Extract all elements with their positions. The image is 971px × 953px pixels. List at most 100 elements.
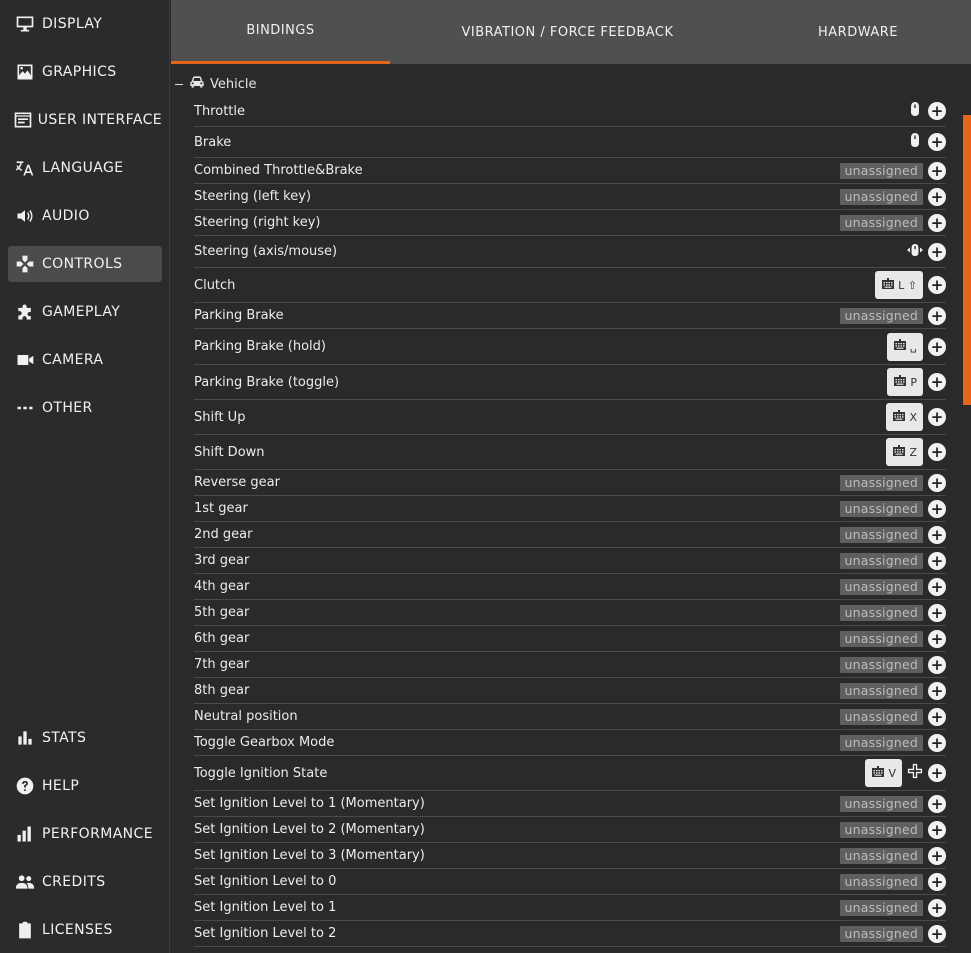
add-binding-button[interactable]: + [928, 707, 946, 726]
add-binding-button[interactable]: + [928, 794, 946, 813]
add-binding-button[interactable]: + [928, 655, 946, 674]
unassigned-badge[interactable]: unassigned [839, 162, 923, 179]
unassigned-badge[interactable]: unassigned [839, 552, 923, 569]
add-binding-button[interactable]: + [928, 846, 946, 865]
sidebar-item-performance[interactable]: PERFORMANCE [8, 816, 162, 852]
table-row[interactable]: 2nd gear unassigned + [194, 522, 946, 548]
add-binding-button[interactable]: + [928, 924, 946, 943]
unassigned-badge[interactable]: unassigned [839, 474, 923, 491]
sidebar-item-gameplay[interactable]: GAMEPLAY [8, 294, 162, 330]
sidebar-item-stats[interactable]: STATS [8, 720, 162, 756]
sidebar-item-audio[interactable]: AUDIO [8, 198, 162, 234]
unassigned-badge[interactable]: unassigned [839, 734, 923, 751]
tab-bindings[interactable]: BINDINGS [171, 0, 390, 64]
table-row[interactable]: Reverse gear unassigned + [194, 470, 946, 496]
group-header-vehicle[interactable]: Vehicle [171, 74, 471, 94]
sidebar-item-licenses[interactable]: LICENSES [8, 912, 162, 948]
unassigned-badge[interactable]: unassigned [839, 307, 923, 324]
sidebar-item-credits[interactable]: CREDITS [8, 864, 162, 900]
table-row[interactable]: 1st gear unassigned + [194, 496, 946, 522]
collapse-icon[interactable] [175, 83, 183, 85]
sidebar-item-language[interactable]: LANGUAGE [8, 150, 162, 186]
add-binding-button[interactable]: + [928, 733, 946, 752]
table-row[interactable]: 3rd gear unassigned + [194, 548, 946, 574]
table-row[interactable]: Clutch L ⇧ + [194, 268, 946, 303]
add-binding-button[interactable]: + [928, 681, 946, 700]
key-binding[interactable]: Z [886, 438, 923, 466]
table-row[interactable]: Shift Up X + [194, 400, 946, 435]
unassigned-badge[interactable]: unassigned [839, 214, 923, 231]
table-row[interactable]: 7th gear unassigned + [194, 652, 946, 678]
add-binding-button[interactable]: + [928, 603, 946, 622]
table-row[interactable]: Set Ignition Level to 2 (Momentary) unas… [194, 817, 946, 843]
add-binding-button[interactable]: + [928, 872, 946, 891]
tab-hardware[interactable]: HARDWARE [745, 0, 971, 64]
sidebar-item-graphics[interactable]: GRAPHICS [8, 54, 162, 90]
unassigned-badge[interactable]: unassigned [839, 795, 923, 812]
add-binding-button[interactable]: + [928, 373, 946, 391]
table-row[interactable]: Steering (axis/mouse) + [194, 236, 946, 268]
table-row[interactable]: Shift Down Z + [194, 435, 946, 470]
unassigned-badge[interactable]: unassigned [839, 500, 923, 517]
sidebar-item-help[interactable]: HELP [8, 768, 162, 804]
add-binding-button[interactable]: + [928, 187, 946, 206]
sidebar-item-camera[interactable]: CAMERA [8, 342, 162, 378]
add-binding-button[interactable]: + [928, 764, 946, 782]
add-binding-button[interactable]: + [928, 133, 946, 151]
add-binding-button[interactable]: + [928, 102, 946, 120]
unassigned-badge[interactable]: unassigned [839, 604, 923, 621]
table-row[interactable]: Set Ignition Level to 0 unassigned + [194, 869, 946, 895]
add-binding-button[interactable]: + [928, 577, 946, 596]
add-binding-button[interactable]: + [928, 629, 946, 648]
unassigned-badge[interactable]: unassigned [839, 188, 923, 205]
add-binding-button[interactable]: + [928, 551, 946, 570]
add-binding-button[interactable]: + [928, 161, 946, 180]
unassigned-badge[interactable]: unassigned [839, 578, 923, 595]
table-row[interactable]: Toggle Gearbox Mode unassigned + [194, 730, 946, 756]
add-binding-button[interactable]: + [928, 499, 946, 518]
sidebar-item-user-interface[interactable]: USER INTERFACE [8, 102, 162, 138]
key-binding[interactable]: L ⇧ [875, 271, 923, 299]
add-binding-button[interactable]: + [928, 443, 946, 461]
add-binding-button[interactable]: + [928, 525, 946, 544]
table-row[interactable]: Parking Brake (toggle) P + [194, 365, 946, 400]
add-binding-button[interactable]: + [928, 408, 946, 426]
table-row[interactable]: Parking Brake unassigned + [194, 303, 946, 329]
add-binding-button[interactable]: + [928, 898, 946, 917]
table-row[interactable]: 4th gear unassigned + [194, 574, 946, 600]
unassigned-badge[interactable]: unassigned [839, 630, 923, 647]
table-row[interactable]: Set Ignition Level to 1 unassigned + [194, 895, 946, 921]
unassigned-badge[interactable]: unassigned [839, 925, 923, 942]
mouse-icon[interactable] [907, 132, 923, 152]
table-row[interactable]: Toggle Ignition State V + [194, 756, 946, 791]
unassigned-badge[interactable]: unassigned [839, 526, 923, 543]
table-row[interactable]: Throttle + [194, 96, 946, 127]
add-binding-button[interactable]: + [928, 276, 946, 294]
key-binding[interactable]: X [886, 403, 923, 431]
table-row[interactable]: 5th gear unassigned + [194, 600, 946, 626]
table-row[interactable]: Steering (left key) unassigned + [194, 184, 946, 210]
table-row[interactable]: Neutral position unassigned + [194, 704, 946, 730]
mouse-icon[interactable] [907, 101, 923, 121]
add-binding-button[interactable]: + [928, 473, 946, 492]
table-row[interactable]: Set Ignition Level to 1 (Momentary) unas… [194, 791, 946, 817]
add-binding-button[interactable]: + [928, 242, 946, 261]
add-binding-button[interactable]: + [928, 306, 946, 325]
add-binding-button[interactable]: + [928, 337, 946, 356]
table-row[interactable]: Combined Throttle&Brake unassigned + [194, 158, 946, 184]
scrollbar-thumb[interactable] [963, 115, 971, 405]
table-row[interactable]: Set Ignition Level to 2 unassigned + [194, 921, 946, 947]
add-binding-button[interactable]: + [928, 820, 946, 839]
table-row[interactable]: Set Ignition Level to 3 (Momentary) unas… [194, 843, 946, 869]
unassigned-badge[interactable]: unassigned [839, 656, 923, 673]
sidebar-item-other[interactable]: OTHER [8, 390, 162, 426]
tab-vibration-force-feedback[interactable]: VIBRATION / FORCE FEEDBACK [390, 0, 745, 64]
key-binding[interactable]: V [865, 759, 902, 787]
add-binding-button[interactable]: + [928, 213, 946, 232]
sidebar-item-controls[interactable]: CONTROLS [8, 246, 162, 282]
unassigned-badge[interactable]: unassigned [839, 873, 923, 890]
unassigned-badge[interactable]: unassigned [839, 899, 923, 916]
table-row[interactable]: Steering (right key) unassigned + [194, 210, 946, 236]
unassigned-badge[interactable]: unassigned [839, 682, 923, 699]
unassigned-badge[interactable]: unassigned [839, 847, 923, 864]
